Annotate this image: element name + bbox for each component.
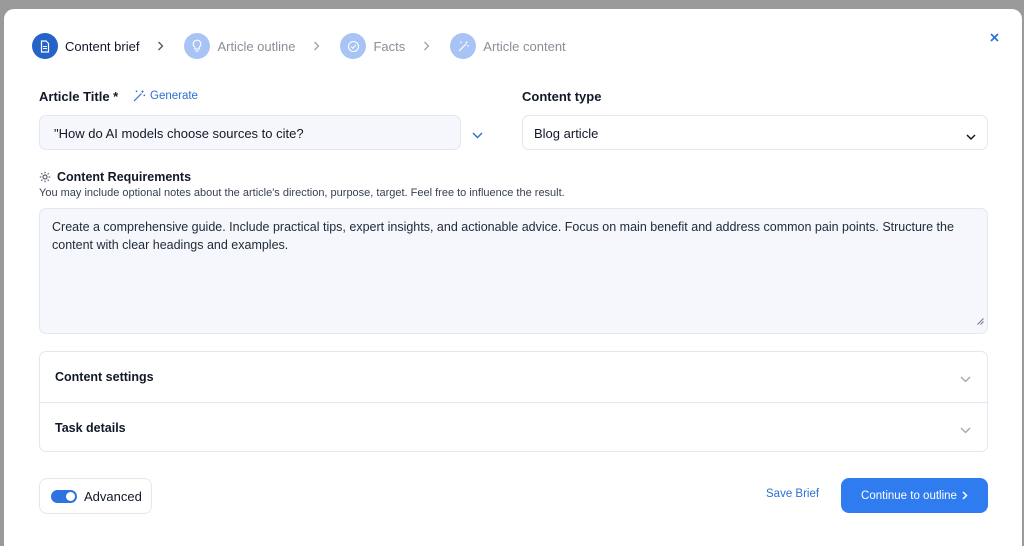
document-icon: [32, 33, 58, 59]
close-button[interactable]: [986, 29, 1002, 45]
task-details-label: Task details: [55, 420, 126, 435]
chevron-down-icon: [472, 132, 483, 139]
generate-label: Generate: [150, 90, 198, 102]
stepper: Content brief Article outline Facts Arti…: [32, 33, 566, 59]
magic-wand-icon: [450, 33, 477, 59]
magic-wand-icon: [133, 90, 146, 102]
step-content-brief[interactable]: Content brief: [32, 33, 139, 59]
step-facts[interactable]: Facts: [340, 33, 405, 59]
check-circle-icon: [340, 33, 367, 59]
content-requirements-label: Content Requirements: [57, 170, 192, 184]
settings-accordion: Content settings Task details: [39, 351, 988, 452]
gear-icon: [39, 171, 51, 183]
content-type-value: Blog article: [534, 126, 599, 141]
content-requirements-textarea[interactable]: Create a comprehensive guide. Include pr…: [39, 208, 988, 334]
content-type-select[interactable]: Blog article: [522, 115, 988, 150]
content-settings-toggle[interactable]: Content settings: [40, 352, 987, 402]
step-article-content[interactable]: Article content: [450, 33, 566, 59]
step-label: Content brief: [65, 38, 140, 54]
chevron-down-icon: [960, 372, 971, 386]
close-icon: [989, 32, 999, 42]
save-brief-button[interactable]: Save Brief: [766, 488, 819, 500]
chevron-down-icon: [960, 423, 971, 437]
article-title-label: Article Title *: [39, 89, 119, 104]
article-title-input[interactable]: "How do AI models choose sources to cite…: [39, 115, 461, 150]
step-label: Facts: [373, 38, 406, 54]
content-brief-modal: Content brief Article outline Facts Arti…: [4, 9, 1022, 546]
content-requirements-value: Create a comprehensive guide. Include pr…: [52, 220, 954, 252]
chevron-down-icon: [966, 129, 976, 144]
content-requirements-note: You may include optional notes about the…: [39, 187, 565, 199]
chevron-right-icon: [423, 41, 430, 51]
toggle-switch[interactable]: [51, 489, 77, 503]
step-label: Article outline: [217, 38, 296, 54]
content-requirements-header: Content Requirements: [39, 170, 191, 184]
lightbulb-icon: [184, 33, 211, 59]
content-type-label: Content type: [522, 89, 602, 104]
chevron-right-icon: [962, 491, 968, 500]
continue-label: Continue to outline: [861, 489, 957, 502]
generate-button[interactable]: Generate: [132, 89, 198, 103]
title-suggestions-button[interactable]: [472, 126, 483, 144]
advanced-label: Advanced: [84, 488, 142, 504]
task-details-toggle[interactable]: Task details: [40, 402, 987, 452]
resize-handle-icon[interactable]: [977, 312, 984, 330]
continue-to-outline-button[interactable]: Continue to outline: [841, 478, 988, 513]
step-label: Article content: [483, 38, 566, 54]
chevron-right-icon: [157, 41, 164, 51]
step-article-outline[interactable]: Article outline: [184, 33, 295, 59]
advanced-toggle[interactable]: Advanced: [39, 478, 152, 514]
chevron-right-icon: [313, 41, 320, 51]
content-settings-label: Content settings: [55, 370, 154, 384]
